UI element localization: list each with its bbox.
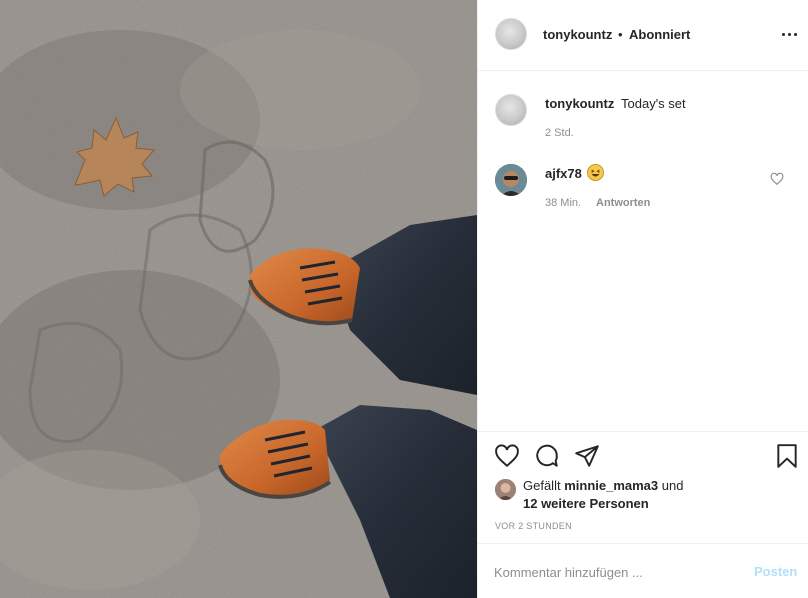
more-options-icon[interactable] [781, 26, 799, 42]
post-photo-image [0, 0, 477, 598]
author-username[interactable]: tonykountz [543, 27, 612, 42]
likes-others[interactable]: 12 weitere Personen [523, 496, 649, 511]
header-separator: • [618, 27, 623, 42]
paper-plane-icon[interactable] [574, 443, 600, 469]
reply-button[interactable]: Antworten [596, 197, 650, 209]
liker-avatar[interactable] [495, 479, 516, 500]
heart-icon[interactable] [494, 443, 520, 469]
likes-and: und [661, 478, 684, 493]
caption-text: Today's set [621, 96, 686, 111]
grinning-squinting-face-icon [587, 164, 604, 181]
post-photo[interactable] [0, 0, 477, 598]
commenter-avatar-image [495, 164, 527, 196]
actions-divider [478, 431, 808, 432]
likes-line: Gefällt minnie_mama3 und [523, 478, 683, 493]
comment-heart-icon[interactable] [770, 172, 784, 186]
post-comment-button[interactable]: Posten [754, 564, 797, 579]
commenter-username[interactable]: ajfx78 [545, 166, 582, 181]
post-timestamp[interactable]: VOR 2 STUNDEN [495, 521, 572, 531]
caption-username[interactable]: tonykountz [545, 96, 614, 111]
comment-time[interactable]: 38 Min. [545, 197, 581, 209]
likes-prefix: Gefällt [523, 478, 561, 493]
liker-username[interactable]: minnie_mama3 [564, 478, 658, 493]
caption-avatar[interactable] [495, 94, 527, 126]
comment-input[interactable] [494, 562, 734, 582]
bookmark-icon[interactable] [774, 443, 800, 469]
post-header: tonykountz • Abonniert [478, 0, 808, 71]
author-avatar[interactable] [495, 18, 527, 50]
commenter-avatar[interactable] [495, 164, 527, 196]
follow-status[interactable]: Abonniert [629, 27, 690, 42]
caption-time[interactable]: 2 Std. [545, 127, 574, 139]
add-comment-section: Posten [478, 543, 808, 598]
comment-icon[interactable] [534, 443, 560, 469]
post-details-panel: tonykountz • Abonniert tonykountz Today'… [477, 0, 808, 598]
